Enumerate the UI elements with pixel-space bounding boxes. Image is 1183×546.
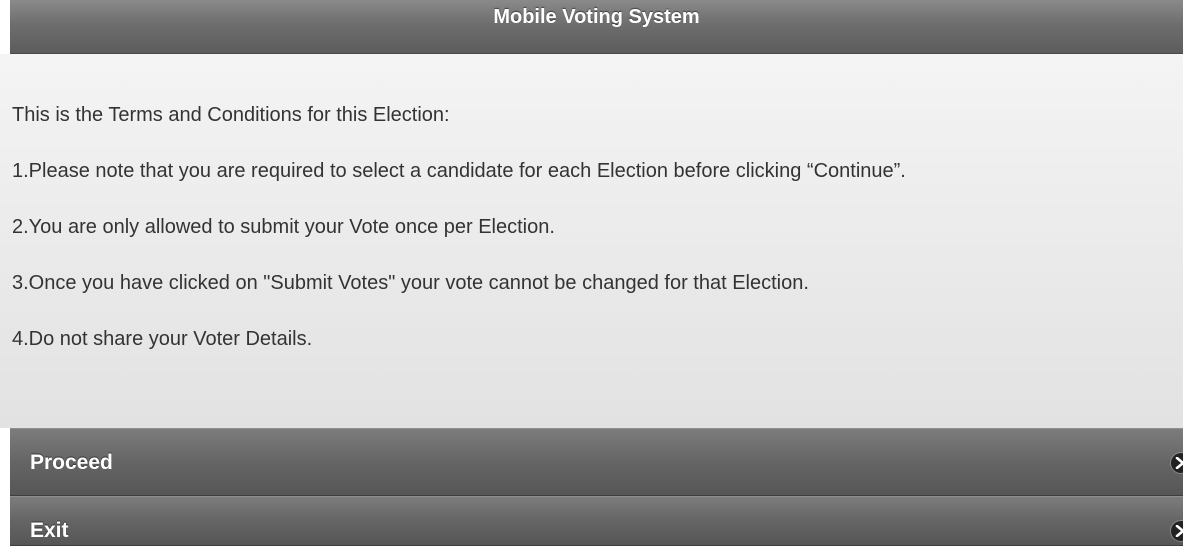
terms-intro: This is the Terms and Conditions for thi… (12, 104, 450, 126)
terms-item-4: 4.Do not share your Voter Details. (12, 328, 313, 350)
app-window: Mobile Voting System This is the Terms a… (0, 0, 1183, 546)
exit-button[interactable]: Exit (10, 496, 1183, 546)
terms-item-1: 1.Please note that you are required to s… (12, 160, 906, 182)
header-bar: Mobile Voting System (10, 0, 1183, 54)
proceed-button[interactable]: Proceed (10, 428, 1183, 496)
exit-button-label: Exit (30, 519, 69, 542)
arrow-right-icon (1171, 453, 1183, 473)
page-title: Mobile Voting System (493, 6, 700, 28)
arrow-right-icon (1171, 521, 1183, 541)
terms-item-3: 3.Once you have clicked on "Submit Votes… (12, 272, 809, 294)
terms-content: This is the Terms and Conditions for thi… (0, 54, 1183, 428)
terms-item-2: 2.You are only allowed to submit your Vo… (12, 216, 555, 238)
proceed-button-label: Proceed (30, 451, 113, 474)
